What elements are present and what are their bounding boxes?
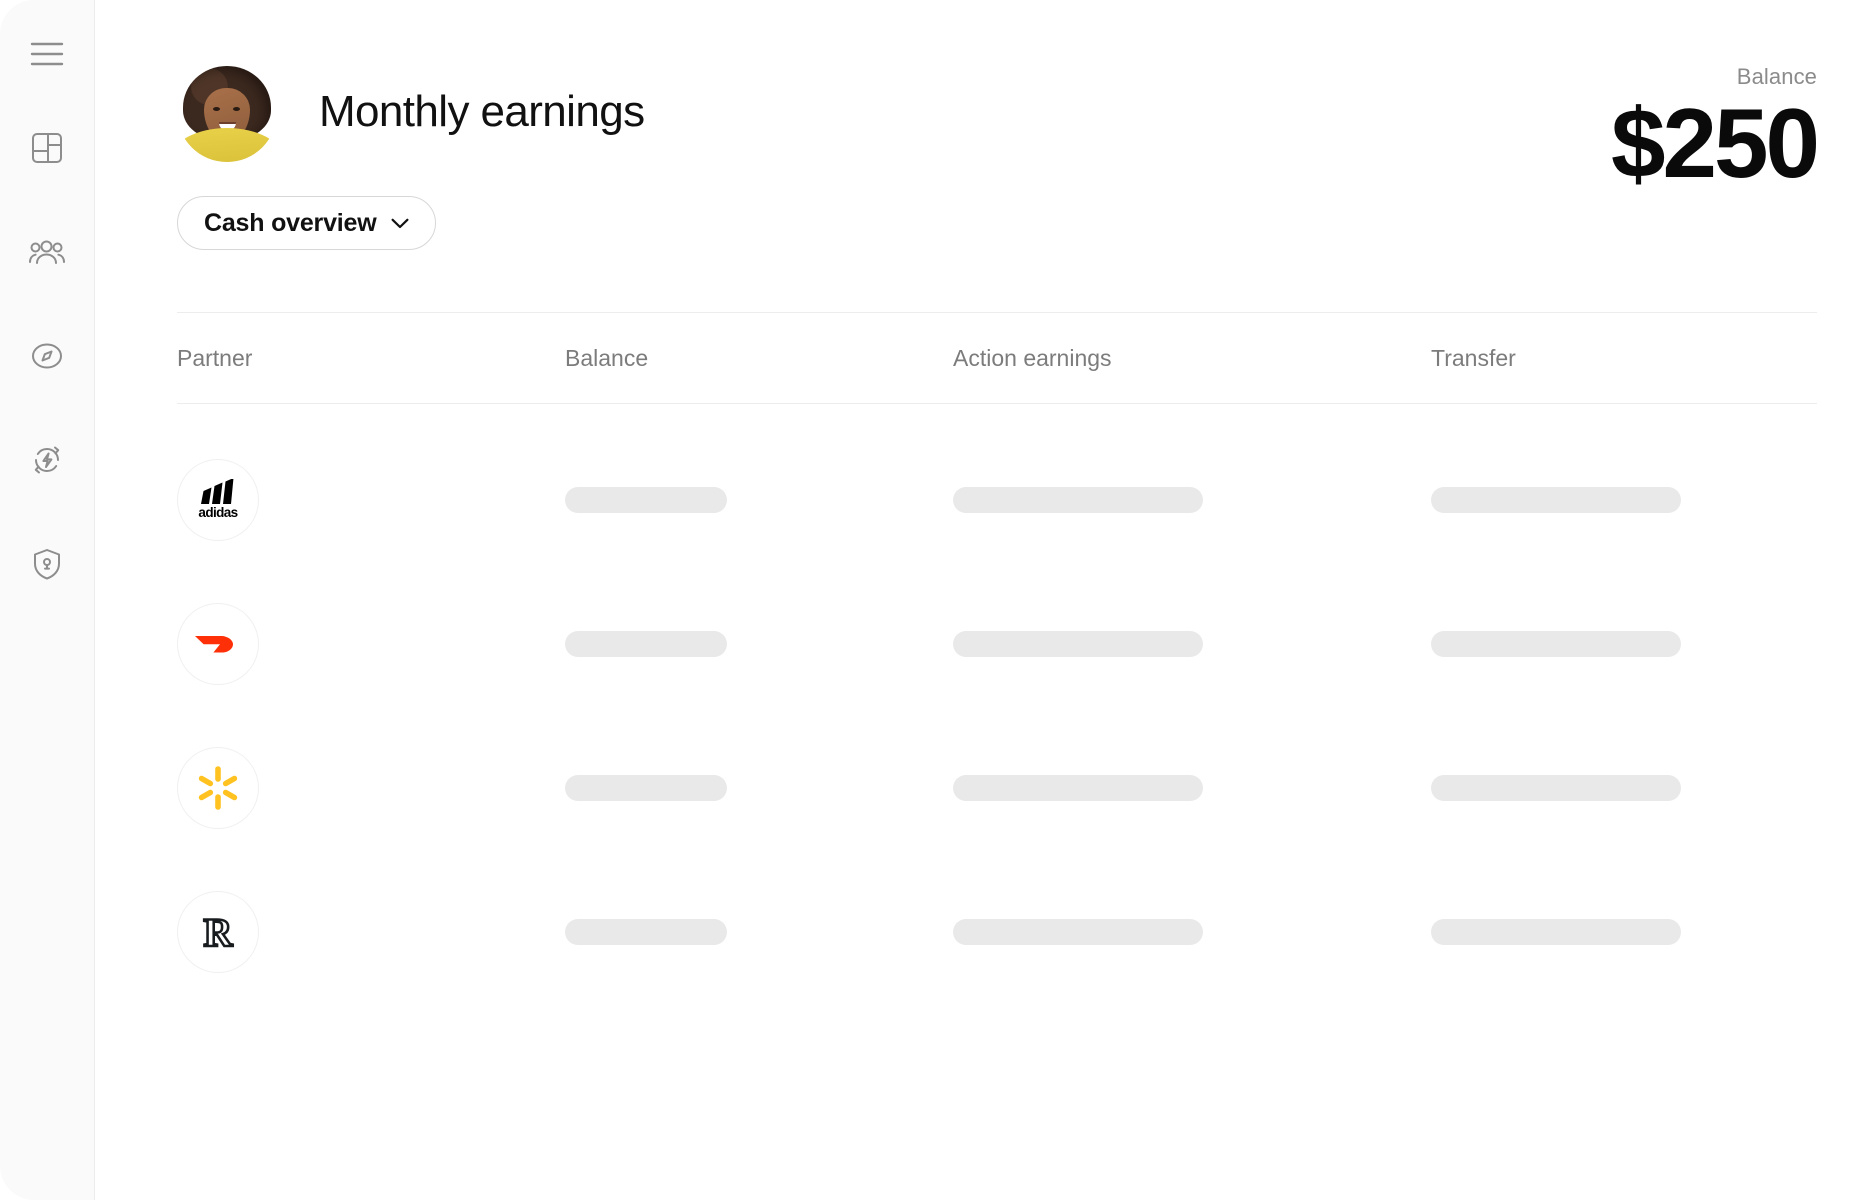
column-header-balance: Balance: [565, 344, 649, 371]
transfer-cell: [1431, 487, 1817, 513]
skeleton-placeholder: [953, 919, 1203, 945]
cash-overview-label: Cash overview: [204, 208, 377, 237]
table-row[interactable]: adidas: [177, 428, 1817, 572]
page-header: Monthly earnings Balance $250: [177, 0, 1820, 194]
partner-cell: [177, 747, 565, 829]
column-header-transfer: Transfer: [1431, 344, 1516, 371]
skeleton-placeholder: [565, 487, 727, 513]
transfer-cell: [1431, 919, 1817, 945]
app-card: Monthly earnings Balance $250 Cash overv…: [0, 0, 1875, 1200]
sidebar: [0, 0, 95, 1200]
revolut-logo-glyph: R: [202, 909, 235, 955]
partner-cell: adidas: [177, 459, 565, 541]
doordash-logo-glyph: [195, 636, 233, 653]
svg-text:adidas: adidas: [198, 505, 237, 520]
action-earnings-cell: [953, 631, 1431, 657]
balance-cell: [565, 919, 953, 945]
chevron-down-icon: [391, 218, 409, 229]
cash-overview-dropdown[interactable]: Cash overview: [177, 196, 436, 250]
main-content: Monthly earnings Balance $250 Cash overv…: [95, 0, 1875, 1200]
skeleton-placeholder: [953, 487, 1203, 513]
skeleton-placeholder: [1431, 487, 1681, 513]
table-body: adidas R: [177, 404, 1817, 1004]
skeleton-placeholder: [953, 631, 1203, 657]
skeleton-placeholder: [1431, 775, 1681, 801]
avatar-clothing: [177, 128, 277, 162]
table-row[interactable]: [177, 572, 1817, 716]
column-header-action-earnings: Action earnings: [953, 344, 1112, 371]
filter-row: Cash overview: [177, 196, 1817, 250]
title-group: Monthly earnings: [177, 62, 1611, 162]
transfer-cell: [1431, 775, 1817, 801]
adidas-logo-glyph: adidas: [198, 479, 238, 520]
walmart-logo: [177, 747, 259, 829]
skeleton-placeholder: [1431, 631, 1681, 657]
balance-value: $250: [1610, 88, 1820, 198]
people-icon[interactable]: [19, 224, 75, 280]
menu-icon[interactable]: [19, 26, 75, 82]
action-earnings-cell: [953, 919, 1431, 945]
shield-lock-icon[interactable]: [19, 536, 75, 592]
svg-text:R: R: [204, 910, 234, 955]
table-header-row: Partner Balance Action earnings Transfer: [177, 313, 1817, 403]
skeleton-placeholder: [565, 919, 727, 945]
action-earnings-cell: [953, 487, 1431, 513]
partner-cell: R: [177, 891, 565, 973]
balance-cell: [565, 775, 953, 801]
partner-cell: [177, 603, 565, 685]
balance-label: Balance: [1736, 64, 1817, 89]
skeleton-placeholder: [565, 775, 727, 801]
transfer-cell: [1431, 631, 1817, 657]
revolut-logo: R: [177, 891, 259, 973]
column-header-partner: Partner: [177, 344, 253, 371]
walmart-logo-glyph: [198, 766, 238, 810]
sync-bolt-icon[interactable]: [19, 432, 75, 488]
table-row[interactable]: R: [177, 860, 1817, 1004]
balance-cell: [565, 487, 953, 513]
earnings-table: Partner Balance Action earnings Transfer: [177, 312, 1817, 1004]
skeleton-placeholder: [565, 631, 727, 657]
avatar-eye-left: [213, 107, 220, 111]
compass-icon[interactable]: [19, 328, 75, 384]
page-title: Monthly earnings: [319, 87, 645, 136]
balance-block: Balance $250: [1610, 62, 1820, 198]
avatar: [177, 62, 277, 162]
avatar-eye-right: [233, 107, 240, 111]
balance-cell: [565, 631, 953, 657]
skeleton-placeholder: [953, 775, 1203, 801]
skeleton-placeholder: [1431, 919, 1681, 945]
action-earnings-cell: [953, 775, 1431, 801]
adidas-logo: adidas: [177, 459, 259, 541]
table-row[interactable]: [177, 716, 1817, 860]
dashboard-icon[interactable]: [19, 120, 75, 176]
doordash-logo: [177, 603, 259, 685]
